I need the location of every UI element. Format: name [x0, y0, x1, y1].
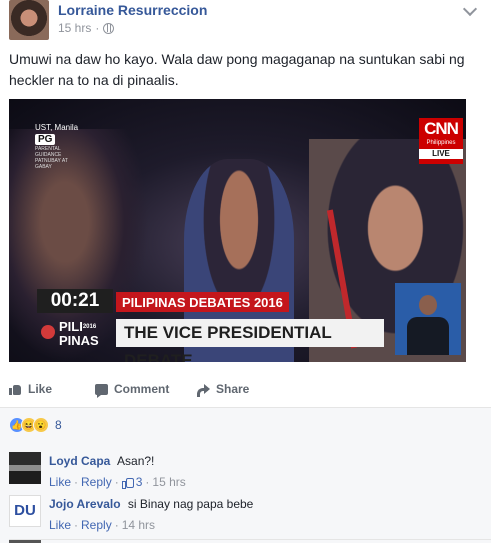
reaction-count[interactable]: 8	[55, 418, 62, 432]
comment-item: Loyd Capa Asan?! Like · Reply · 3 · 15 h…	[9, 448, 479, 492]
comment-reply-link[interactable]: Reply	[81, 475, 112, 489]
comment-reply-link[interactable]: Reply	[81, 518, 112, 532]
post-video[interactable]: UST, Manila PG PARENTAL GUIDANCE PATNUBA…	[9, 99, 466, 362]
comment-meta: Like · Reply · 3 · 15 hrs	[49, 475, 186, 489]
share-button[interactable]: Share	[197, 376, 277, 402]
comment-like-count[interactable]: 3	[136, 475, 143, 489]
comment-item: DU Jojo Arevalo si Binay nag papa bebe L…	[9, 491, 479, 535]
banner-top: PILIPINAS DEBATES 2016	[116, 292, 289, 312]
live-badge: LIVE	[419, 149, 463, 159]
commenter-name[interactable]: Jojo Arevalo	[49, 497, 121, 511]
logo-mark-icon	[41, 325, 55, 339]
comment-like-link[interactable]: Like	[49, 518, 71, 532]
comment-text: si Binay nag papa bebe	[127, 497, 254, 511]
wow-icon: 😮	[33, 417, 49, 433]
comment-like-link[interactable]: Like	[49, 475, 71, 489]
globe-icon	[103, 22, 115, 34]
cnn-logo: CNN Philippines LIVE	[419, 118, 463, 164]
network-sub: Philippines	[426, 140, 456, 146]
post-meta: 15 hrs ·	[58, 21, 115, 35]
comment-text: Asan?!	[117, 454, 155, 468]
location-box: UST, Manila PG PARENTAL GUIDANCE PATNUBA…	[35, 123, 78, 170]
author-name[interactable]: Lorraine Resurreccion	[58, 2, 207, 18]
debate-clock: 00:21	[37, 289, 113, 313]
post-time[interactable]: 15 hrs	[58, 21, 91, 35]
author-avatar[interactable]	[9, 0, 49, 40]
commenter-avatar[interactable]: DU	[9, 495, 41, 527]
thumbs-up-icon	[121, 477, 134, 489]
share-label: Share	[216, 382, 250, 396]
comment-time[interactable]: 14 hrs	[122, 518, 155, 532]
comment-icon	[95, 383, 108, 398]
logo-line2: PINAS	[59, 333, 99, 348]
pilipinas-logo: PILI2016 PINAS	[37, 317, 113, 351]
sign-language-interpreter	[395, 283, 461, 355]
rating-badge: PG	[35, 134, 56, 145]
share-icon	[197, 383, 210, 397]
post-text: Umuwi na daw ho kayo. Wala daw pong maga…	[9, 51, 465, 88]
logo-year: 2016	[82, 324, 97, 330]
comment-body: Jojo Arevalo si Binay nag papa bebe	[49, 497, 253, 511]
thumbs-up-icon	[9, 383, 22, 395]
location-label: UST, Manila	[35, 123, 79, 132]
post-header: Lorraine Resurreccion 15 hrs ·	[9, 0, 491, 44]
comment-time[interactable]: 15 hrs	[152, 475, 185, 489]
banner-main: THE VICE PRESIDENTIAL DEBATE	[116, 319, 384, 362]
comment-label: Comment	[114, 382, 170, 396]
commenter-avatar[interactable]	[9, 452, 41, 484]
comment-body: Loyd Capa Asan?!	[49, 454, 154, 468]
rating-note: PARENTAL GUIDANCE PATNUBAY AT GABAY	[35, 146, 68, 170]
network-name: CNN	[424, 119, 459, 138]
reactions-summary[interactable]: 👍 😆 😮 8	[9, 416, 62, 434]
like-label: Like	[28, 382, 53, 396]
action-bar: Like Comment Share	[9, 376, 479, 402]
like-button[interactable]: Like	[9, 376, 95, 402]
logo-line1: PILI	[59, 319, 83, 334]
chevron-down-icon[interactable]	[462, 1, 478, 17]
divider	[9, 539, 491, 540]
comment-meta: Like · Reply · 14 hrs	[49, 518, 156, 532]
commenter-name[interactable]: Loyd Capa	[49, 454, 110, 468]
comment-button[interactable]: Comment	[95, 376, 197, 402]
